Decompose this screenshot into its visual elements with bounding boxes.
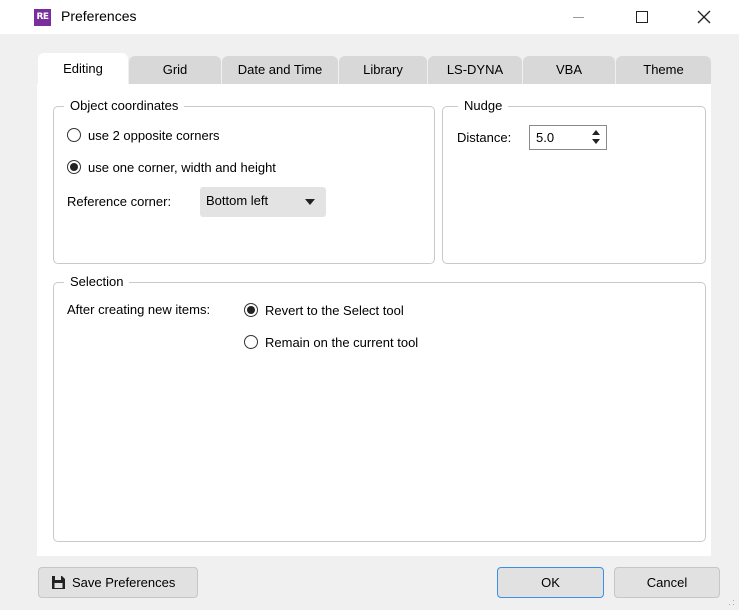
distance-value: 5.0 bbox=[536, 130, 555, 145]
ok-button[interactable]: OK bbox=[497, 567, 604, 598]
reference-corner-label: Reference corner: bbox=[67, 194, 172, 209]
tab-bar: Editing Grid Date and Time Library LS-DY… bbox=[37, 53, 711, 84]
close-button[interactable] bbox=[681, 0, 727, 34]
nudge-group: Nudge Distance: 5.0 bbox=[442, 98, 706, 264]
tab-vba[interactable]: VBA bbox=[523, 56, 615, 84]
cancel-button[interactable]: Cancel bbox=[614, 567, 720, 598]
nudge-title: Nudge bbox=[458, 98, 509, 114]
reference-corner-value: Bottom left bbox=[206, 193, 269, 208]
save-icon bbox=[52, 576, 65, 589]
save-preferences-label: Save Preferences bbox=[72, 575, 176, 590]
spin-arrows[interactable] bbox=[588, 128, 604, 147]
save-preferences-button[interactable]: Save Preferences bbox=[38, 567, 198, 598]
title-bar: RE Preferences bbox=[0, 0, 739, 34]
radio-button[interactable] bbox=[244, 335, 258, 349]
radio-label: Remain on the current tool bbox=[265, 334, 419, 350]
editing-panel: Object coordinates use 2 opposite corner… bbox=[37, 84, 711, 556]
object-coordinates-title: Object coordinates bbox=[64, 98, 185, 114]
selection-group: Selection After creating new items: Reve… bbox=[53, 274, 706, 542]
arrow-down-icon[interactable] bbox=[592, 139, 600, 144]
radio-button[interactable] bbox=[67, 128, 81, 142]
tab-grid[interactable]: Grid bbox=[129, 56, 221, 84]
object-coordinates-group: Object coordinates use 2 opposite corner… bbox=[53, 98, 435, 264]
tab-editing[interactable]: Editing bbox=[38, 53, 128, 84]
tab-theme[interactable]: Theme bbox=[616, 56, 711, 84]
radio-label: use 2 opposite corners bbox=[88, 127, 220, 143]
radio-button[interactable] bbox=[67, 160, 81, 174]
radio-revert-select[interactable]: Revert to the Select tool bbox=[244, 300, 404, 320]
distance-label: Distance: bbox=[457, 130, 512, 145]
selection-title: Selection bbox=[64, 274, 130, 290]
chevron-down-icon bbox=[305, 199, 315, 205]
window-title: Preferences bbox=[61, 8, 137, 24]
radio-two-corners[interactable]: use 2 opposite corners bbox=[67, 125, 220, 145]
radio-button[interactable] bbox=[244, 303, 258, 317]
maximize-button[interactable] bbox=[619, 0, 665, 34]
radio-remain-current[interactable]: Remain on the current tool bbox=[244, 332, 418, 352]
minimize-button[interactable] bbox=[556, 0, 602, 34]
close-icon bbox=[697, 10, 711, 24]
distance-spinbox[interactable]: 5.0 bbox=[529, 125, 607, 150]
tab-date-and-time[interactable]: Date and Time bbox=[222, 56, 338, 84]
radio-label: Revert to the Select tool bbox=[265, 302, 404, 318]
resize-grip-icon[interactable] bbox=[729, 600, 735, 606]
reference-corner-dropdown[interactable]: Bottom left bbox=[200, 187, 326, 217]
tab-ls-dyna[interactable]: LS-DYNA bbox=[428, 56, 522, 84]
tab-library[interactable]: Library bbox=[339, 56, 427, 84]
radio-label: use one corner, width and height bbox=[88, 159, 276, 175]
arrow-up-icon[interactable] bbox=[592, 130, 600, 135]
radio-one-corner[interactable]: use one corner, width and height bbox=[67, 157, 276, 177]
after-creating-label: After creating new items: bbox=[67, 302, 211, 317]
app-logo-icon: RE bbox=[34, 9, 51, 26]
